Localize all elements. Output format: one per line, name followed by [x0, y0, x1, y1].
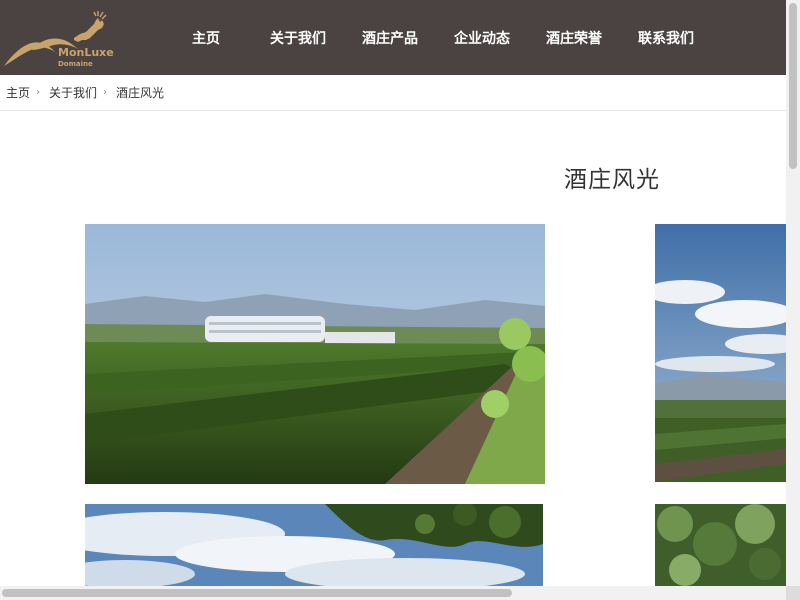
nav-item-about[interactable]: 关于我们 — [252, 28, 344, 48]
breadcrumb: 主页 › 关于我们 › 酒庄风光 — [0, 75, 786, 111]
deer-logo-icon — [4, 11, 107, 66]
scrollbar-corner — [786, 586, 800, 600]
nav-item-products[interactable]: 酒庄产品 — [344, 28, 436, 48]
breadcrumb-separator: › — [103, 87, 108, 98]
breadcrumb-item-home[interactable]: 主页 — [6, 84, 30, 101]
page-title: 酒庄风光 — [564, 167, 660, 193]
site-header: MonLuxe Domaine 主页 关于我们 酒庄产品 企业动态 酒庄荣誉 联… — [0, 0, 786, 75]
page: MonLuxe Domaine 主页 关于我们 酒庄产品 企业动态 酒庄荣誉 联… — [0, 0, 800, 600]
breadcrumb-item-about[interactable]: 关于我们 — [49, 84, 97, 101]
nav-item-contact[interactable]: 联系我们 — [620, 28, 712, 48]
breadcrumb-item-current: 酒庄风光 — [116, 86, 165, 100]
gallery-photo[interactable] — [85, 224, 545, 484]
nav-item-home[interactable]: 主页 — [160, 28, 252, 48]
breadcrumb-separator: › — [36, 87, 41, 98]
gallery-photo[interactable] — [655, 504, 786, 586]
logo[interactable]: MonLuxe Domaine — [2, 10, 114, 70]
logo-name: MonLuxe — [58, 46, 114, 59]
nav-item-honors[interactable]: 酒庄荣誉 — [528, 28, 620, 48]
logo-subtitle: Domaine — [58, 60, 93, 68]
nav-item-news[interactable]: 企业动态 — [436, 28, 528, 48]
gallery-photo[interactable] — [85, 504, 543, 586]
vertical-scrollbar-thumb[interactable] — [789, 3, 797, 169]
horizontal-scrollbar[interactable] — [0, 586, 786, 600]
horizontal-scrollbar-thumb[interactable] — [2, 589, 512, 597]
vertical-scrollbar[interactable] — [786, 0, 800, 586]
main-nav: 主页 关于我们 酒庄产品 企业动态 酒庄荣誉 联系我们 — [160, 0, 712, 75]
gallery-photo[interactable] — [655, 224, 786, 482]
